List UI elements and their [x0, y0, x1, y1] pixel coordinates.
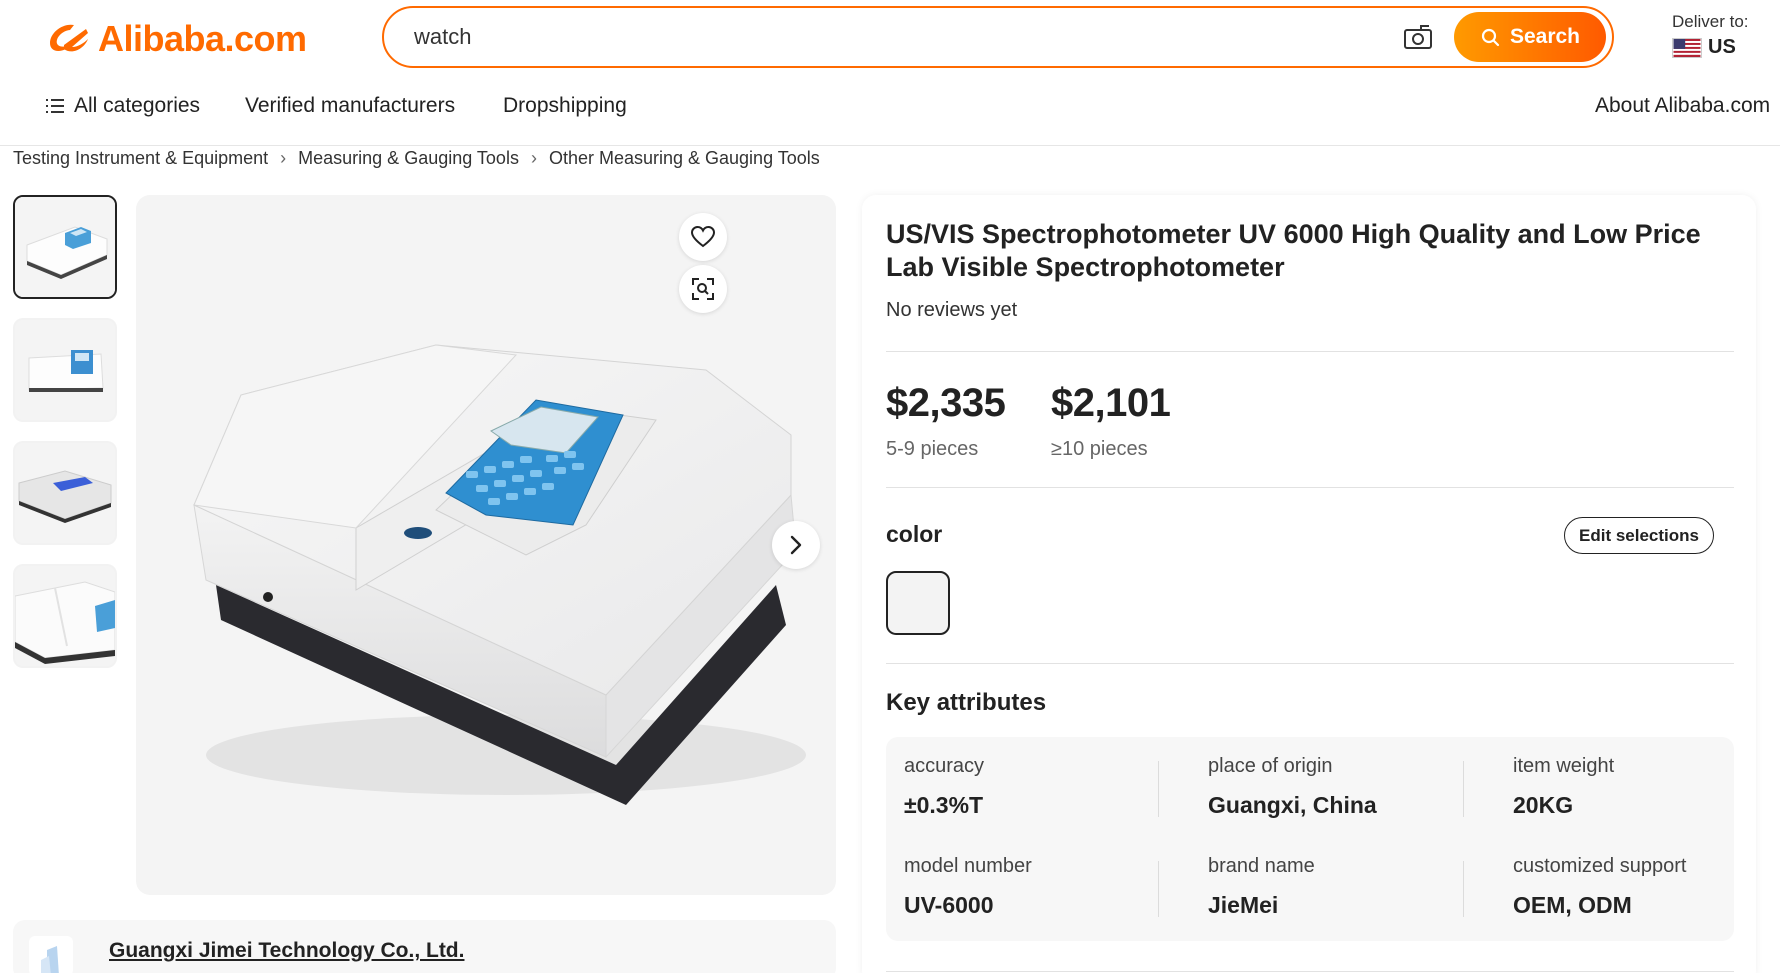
image-search-icon [692, 278, 714, 300]
deliver-to-label: Deliver to: [1672, 12, 1749, 31]
search-bar: Search [382, 6, 1614, 68]
next-image-button[interactable] [772, 521, 820, 569]
breadcrumb-item[interactable]: Testing Instrument & Equipment [13, 148, 268, 169]
attribute-label: place of origin [1208, 755, 1333, 777]
search-input[interactable] [384, 24, 1400, 50]
spectrophotometer-image [193, 344, 806, 805]
divider [886, 487, 1734, 488]
divider [886, 971, 1734, 972]
chevron-right-icon: › [530, 148, 537, 168]
favorite-button[interactable] [679, 213, 727, 261]
supplier-name-link[interactable]: Guangxi Jimei Technology Co., Ltd. [109, 939, 464, 963]
price-quantity: 5-9 pieces [886, 438, 979, 460]
attribute-model-number: model number UV-6000 [904, 855, 1144, 919]
attribute-value: UV-6000 [904, 892, 994, 918]
product-thumbnail-image [15, 566, 115, 666]
supplier-logo-icon [41, 946, 59, 973]
thumbnail-list [13, 195, 117, 687]
attribute-label: model number [904, 855, 1032, 877]
alibaba-logo-icon [50, 24, 88, 52]
color-label: color [886, 521, 943, 547]
key-attributes-title: Key attributes [886, 689, 1047, 716]
product-thumbnail-image [15, 320, 115, 420]
price-tier-2: $2,101 ≥10 pieces [1051, 381, 1171, 461]
attribute-separator [1158, 761, 1159, 817]
deliver-to-selector[interactable]: Deliver to: US [1672, 12, 1772, 59]
product-info-panel: US/VIS Spectrophotometer UV 6000 High Qu… [862, 195, 1756, 973]
attribute-label: brand name [1208, 855, 1315, 877]
divider [886, 663, 1734, 664]
supplier-logo [29, 936, 73, 973]
us-flag-icon [1672, 37, 1702, 58]
search-button[interactable]: Search [1454, 12, 1606, 62]
attribute-label: accuracy [904, 755, 985, 777]
thumbnail-2[interactable] [13, 318, 117, 422]
attribute-separator [1463, 761, 1464, 817]
attribute-value: ±0.3%T [904, 792, 984, 818]
thumbnail-4[interactable] [13, 564, 117, 668]
attribute-item-weight: item weight 20KG [1513, 755, 1753, 819]
nav-verified-manufacturers[interactable]: Verified manufacturers [245, 94, 455, 118]
attribute-label: item weight [1513, 755, 1615, 777]
nav-dropshipping[interactable]: Dropshipping [503, 94, 627, 118]
camera-search-button[interactable] [1400, 19, 1436, 55]
price-tier-1: $2,335 5-9 pieces [886, 381, 1006, 461]
alibaba-logo[interactable]: Alibaba.com [44, 18, 307, 60]
price-value: $2,335 [886, 381, 1006, 425]
visual-search-button[interactable] [679, 265, 727, 313]
supplier-card: Guangxi Jimei Technology Co., Ltd. [13, 920, 836, 973]
nav-all-categories-label: All categories [74, 94, 201, 117]
search-button-label: Search [1509, 25, 1581, 48]
attribute-brand-name: brand name JieMei [1208, 855, 1448, 919]
breadcrumb-item[interactable]: Measuring & Gauging Tools [298, 148, 519, 169]
edit-selections-button[interactable]: Edit selections [1564, 517, 1714, 554]
product-thumbnail-image [15, 197, 115, 297]
camera-search-icon [1404, 25, 1432, 49]
menu-icon [46, 99, 64, 113]
attribute-place-of-origin: place of origin Guangxi, China [1208, 755, 1448, 819]
product-title: US/VIS Spectrophotometer UV 6000 High Qu… [886, 219, 1701, 282]
divider [886, 351, 1734, 352]
product-thumbnail-image [15, 443, 115, 543]
chevron-right-icon [790, 535, 802, 555]
main-product-image[interactable] [136, 195, 836, 895]
thumbnail-1[interactable] [13, 195, 117, 299]
nav-all-categories[interactable]: All categories [46, 94, 200, 118]
search-icon [1481, 28, 1500, 47]
price-value: $2,101 [1051, 381, 1171, 425]
breadcrumb: Testing Instrument & Equipment › Measuri… [13, 148, 820, 169]
attribute-value: JieMei [1208, 892, 1279, 918]
attribute-value: 20KG [1513, 792, 1574, 818]
attribute-separator [1463, 861, 1464, 917]
key-attributes-grid: accuracy ±0.3%T place of origin Guangxi,… [886, 737, 1734, 941]
review-summary: No reviews yet [886, 299, 1018, 321]
attribute-accuracy: accuracy ±0.3%T [904, 755, 1144, 819]
attribute-customized-support: customized support OEM, ODM [1513, 855, 1753, 919]
chevron-right-icon: › [280, 148, 287, 168]
attribute-value: OEM, ODM [1513, 892, 1632, 918]
deliver-country: US [1708, 36, 1736, 58]
heart-icon [691, 226, 715, 248]
price-quantity: ≥10 pieces [1051, 438, 1148, 460]
logo-text: Alibaba.com [98, 18, 307, 59]
attribute-separator [1158, 861, 1159, 917]
thumbnail-3[interactable] [13, 441, 117, 545]
nav-about-alibaba[interactable]: About Alibaba.com [1595, 94, 1770, 118]
attribute-value: Guangxi, China [1208, 792, 1377, 818]
breadcrumb-item[interactable]: Other Measuring & Gauging Tools [549, 148, 820, 169]
top-nav: All categories Verified manufacturers Dr… [0, 86, 1780, 146]
attribute-label: customized support [1513, 855, 1687, 877]
color-swatch[interactable] [886, 571, 950, 635]
